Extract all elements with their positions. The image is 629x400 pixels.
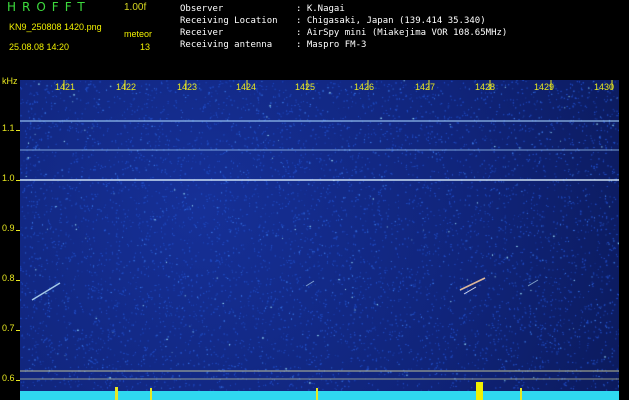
meteor-echo <box>305 280 315 287</box>
antenna-label: Receiving antenna <box>180 40 273 50</box>
observer-label: Observer <box>180 4 224 14</box>
noise-spike <box>115 387 118 400</box>
version-label: 1.00f <box>124 2 147 13</box>
spectrogram-plot: 1421 1422 1423 1424 1425 1426 1427 1428 … <box>20 80 619 400</box>
y-tick-label: 1.1 <box>2 123 15 133</box>
x-tick-label: 1425 <box>295 82 316 92</box>
antenna-value: : Maspro FM-3 <box>296 40 367 50</box>
x-tick-label: 1421 <box>55 82 76 92</box>
meteor-echo <box>527 279 539 287</box>
y-tick-label: 0.6 <box>2 373 15 383</box>
meteor-echo <box>459 277 486 291</box>
app-title: HROFFT <box>7 0 91 14</box>
y-tick-label: 0.8 <box>2 273 15 283</box>
y-tick-label: 0.7 <box>2 323 15 333</box>
y-tick-label: 0.9 <box>2 223 15 233</box>
filename-label: KN9_250808 1420.png <box>9 22 102 32</box>
y-tick-label: 1.0 <box>2 173 15 183</box>
observer-value: : K.Nagai <box>296 4 345 14</box>
meteor-echo <box>31 282 61 301</box>
location-label: Receiving Location <box>180 16 278 26</box>
receiver-label: Receiver <box>180 28 224 38</box>
x-tick-label: 1428 <box>475 82 496 92</box>
x-tick-label: 1426 <box>354 82 375 92</box>
meteor-label: meteor <box>124 29 153 39</box>
x-tick-label: 1430 <box>594 82 615 92</box>
spectrogram-overlay <box>20 80 619 400</box>
y-axis: 1.1 1.0 0.9 0.8 0.7 0.6 <box>0 80 20 400</box>
header-panel: HROFFT 1.00f KN9_250808 1420.png meteor … <box>0 0 629 86</box>
x-tick-label: 1427 <box>415 82 436 92</box>
meteor-count: 13 <box>140 42 151 52</box>
receiver-value: : AirSpy mini (Miakejima VOR 108.65MHz) <box>296 28 508 38</box>
noise-spike <box>316 388 318 400</box>
x-tick-label: 1422 <box>116 82 137 92</box>
x-tick-label: 1429 <box>534 82 555 92</box>
x-tick-label: 1424 <box>236 82 257 92</box>
timestamp-label: 25.08.08 14:20 <box>9 42 70 52</box>
noise-spike <box>150 388 152 400</box>
x-tick-label: 1423 <box>177 82 198 92</box>
noise-spike <box>476 382 483 400</box>
noise-level-bar <box>20 391 619 400</box>
noise-spike <box>520 388 522 400</box>
location-value: : Chigasaki, Japan (139.414 35.340) <box>296 16 486 26</box>
